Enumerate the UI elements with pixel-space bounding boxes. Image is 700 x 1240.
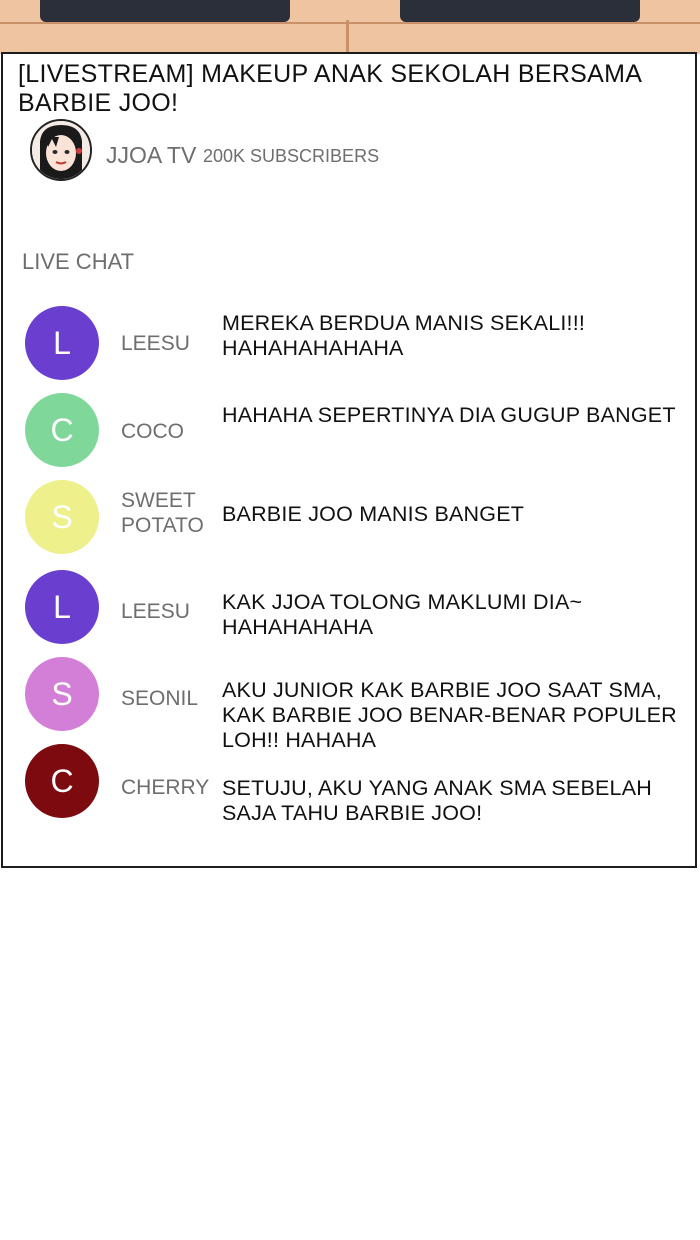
chat-username[interactable]: COCO (121, 419, 216, 444)
chat-text: AKU JUNIOR KAK BARBIE JOO SAAT SMA, KAK … (222, 678, 677, 752)
chat-avatar[interactable]: L (25, 306, 99, 380)
chat-avatar[interactable]: S (25, 480, 99, 554)
chat-avatar-initial: S (51, 499, 73, 535)
chat-username[interactable]: LEESU (121, 331, 216, 356)
live-chat-heading: LIVE CHAT (22, 249, 135, 274)
channel-avatar[interactable] (30, 119, 92, 181)
chat-avatar-initial: S (51, 676, 73, 712)
channel-avatar-portrait-icon (32, 121, 90, 179)
chat-avatar-initial: C (50, 412, 74, 448)
chat-text: MEREKA BERDUA MANIS SEKALI!!! HAHAHAHAHA… (222, 311, 586, 360)
chat-username[interactable]: SWEET POTATO (121, 488, 216, 538)
chat-avatar[interactable]: S (25, 657, 99, 731)
channel-name[interactable]: JJOA TV (106, 142, 196, 169)
chat-text: KAK JJOA TOLONG MAKLUMI DIA~ HAHAHAHAHA (222, 590, 583, 639)
chat-text: BARBIE JOO MANIS BANGET (222, 502, 525, 526)
chat-avatar-initial: L (53, 589, 71, 625)
video-figure-left (40, 0, 290, 22)
stream-title: [LIVESTREAM] MAKEUP ANAK SEKOLAH BERSAMA… (18, 60, 641, 117)
video-desk-edge (0, 22, 700, 24)
video-preview-strip (0, 0, 700, 54)
chat-avatar[interactable]: C (25, 393, 99, 467)
chat-avatar[interactable]: L (25, 570, 99, 644)
chat-avatar[interactable]: C (25, 744, 99, 818)
chat-text: HAHAHA SEPERTINYA DIA GUGUP BANGET (222, 403, 676, 427)
chat-avatar-initial: L (53, 325, 71, 361)
chat-username[interactable]: LEESU (121, 599, 216, 624)
chat-username[interactable]: CHERRY (121, 775, 216, 800)
chat-username[interactable]: SEONIL (121, 686, 216, 711)
subscriber-count: 200K SUBSCRIBERS (203, 146, 380, 166)
video-desk-seam (346, 20, 349, 54)
chat-avatar-initial: C (50, 763, 74, 799)
chat-text: SETUJU, AKU YANG ANAK SMA SEBELAH SAJA T… (222, 776, 652, 825)
video-figure-right (400, 0, 640, 22)
